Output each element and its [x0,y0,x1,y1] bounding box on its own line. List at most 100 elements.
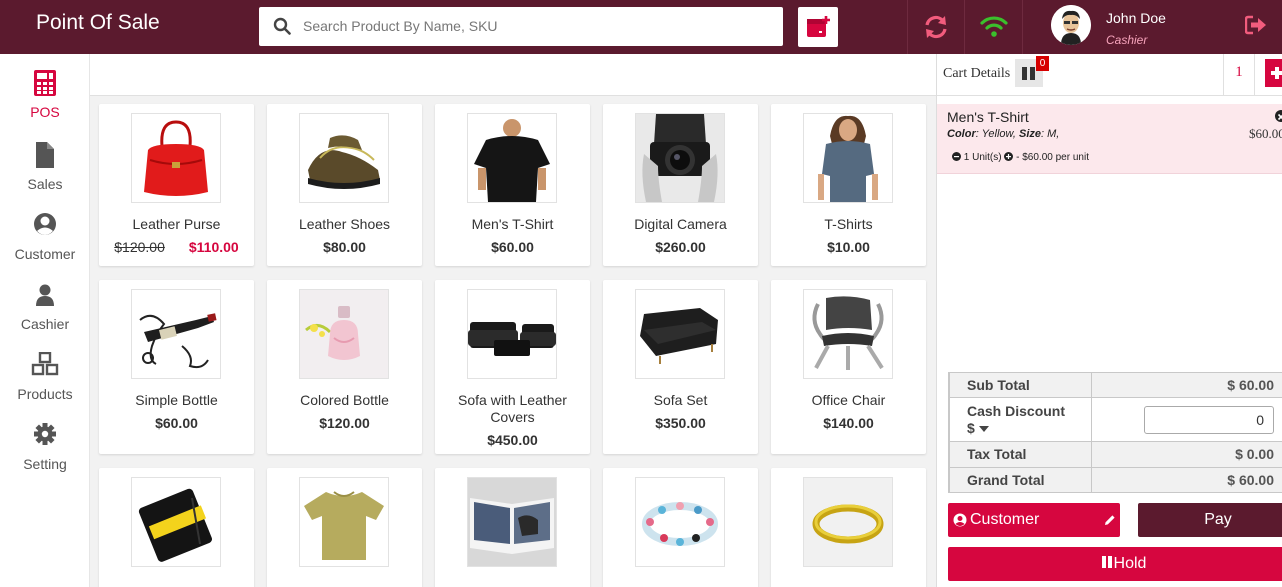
product-image [131,289,221,379]
product-card[interactable]: Men's T-Shirt $60.00 [435,104,590,266]
product-card[interactable]: Colored Bottle $120.00 [267,280,422,454]
product-price: $120.00 [319,415,370,431]
product-image [803,477,893,567]
product-price: $60.00 [155,415,198,431]
sidebar-item-label: Customer [14,246,76,262]
product-image [635,477,725,567]
search-input[interactable] [303,16,763,36]
product-image [131,477,221,567]
remove-item-icon[interactable] [1275,110,1282,122]
product-card[interactable]: Office Chair $140.00 [771,280,926,454]
product-name: Digital Camera [634,216,727,232]
product-price: $450.00 [487,432,538,448]
discount-input[interactable]: 0 [1144,406,1274,434]
avatar[interactable] [1051,5,1091,45]
hold-button[interactable]: Hold [948,547,1282,581]
sidebar-item-label: Products [17,386,73,402]
bottle-image [139,313,217,369]
sofa-set-image [640,308,718,364]
cart-line-item[interactable]: Men's T-Shirt Color: Yellow, Size: M, $6… [937,104,1282,174]
product-image [467,113,557,203]
held-count-badge: 0 [1036,56,1049,71]
logout-icon[interactable] [1245,15,1267,35]
user-avatar-image [1051,5,1091,45]
product-card[interactable] [99,468,254,587]
divider [907,0,908,54]
product-card[interactable]: Leather Shoes $80.00 [267,104,422,266]
product-card[interactable]: T-Shirts $10.00 [771,104,926,266]
sync-icon[interactable] [922,13,950,41]
cubes-icon [31,352,59,376]
olive-tshirt-image [304,491,384,560]
user-name: John Doe [1106,10,1166,26]
cart-panel: Cart Details 0 1 Men's T-Shirt Color: Ye… [936,54,1282,587]
product-card[interactable] [771,468,926,587]
product-name: Leather Purse [132,216,221,232]
app-title: Point Of Sale [36,11,160,34]
cart-item-attributes: Color: Yellow, Size: M, [947,128,1060,140]
subtotal-label: Sub Total [949,373,1092,397]
plus-circle-icon[interactable] [1004,152,1014,161]
cart-header: Cart Details 0 1 [937,54,1282,96]
shoes-image [308,135,380,189]
sidebar-item-products[interactable]: Products [0,352,90,418]
discount-label: Cash Discount $ [949,398,1092,441]
cart-title: Cart Details [943,66,1011,81]
new-cart-button[interactable] [1265,59,1282,87]
sidebar-item-pos[interactable]: POS [0,70,90,136]
product-card[interactable]: Digital Camera $260.00 [603,104,758,266]
product-toolbar [90,54,936,96]
product-name: Sofa with Leather Covers [458,392,567,425]
unit-price: - $60.00 per unit [1016,152,1089,163]
product-image [467,289,557,379]
purse-image [144,120,208,196]
product-image [467,477,557,567]
product-name: Simple Bottle [135,392,218,408]
product-grid: Leather Purse $120.00 $110.00 Leather Sho… [90,96,936,587]
sidebar-item-label: Cashier [20,316,70,332]
plus-icon [1271,67,1282,79]
sidebar-item-label: Setting [23,456,67,472]
discount-type-dropdown[interactable]: $ [967,420,1091,437]
discount-label-text: Cash Discount [967,403,1066,419]
select-customer-button[interactable]: Customer [948,503,1120,537]
product-price: $60.00 [491,239,534,255]
product-image [803,289,893,379]
sidebar-item-setting[interactable]: Setting [0,422,90,488]
product-card[interactable] [435,468,590,587]
caret-down-icon [978,426,989,432]
product-search[interactable] [259,7,783,46]
cart-item-name: Men's T-Shirt [947,109,1029,125]
product-card[interactable] [603,468,758,587]
add-product-button[interactable] [798,7,838,47]
product-image [635,113,725,203]
product-card[interactable]: Simple Bottle $60.00 [99,280,254,454]
grand-total-label: Grand Total [949,468,1092,492]
calendar-plus-icon [807,16,830,37]
attr-label: Size [1018,128,1041,140]
product-price: $80.00 [323,239,366,255]
sidebar-item-customer[interactable]: Customer [0,212,90,278]
product-card[interactable] [267,468,422,587]
top-bar: Point Of Sale Search Product By Name, SK… [0,0,1282,54]
quantity-stepper: 1 Unit(s) - $60.00 per unit [952,152,1089,163]
minus-circle-icon[interactable] [952,152,961,161]
pay-button[interactable]: Pay [1138,503,1282,537]
tax-value: $ 0.00 [1235,446,1274,462]
product-card[interactable]: Sofa with Leather Covers $450.00 [435,280,590,454]
leather-sofa-image [468,322,556,356]
user-icon [36,284,54,306]
quantity-value: 1 Unit(s) [963,152,1002,163]
attr-value: Yellow [981,128,1013,140]
product-name: T-Shirts [824,216,873,232]
sidebar-item-cashier[interactable]: Cashier [0,282,90,348]
product-card[interactable]: Sofa Set $350.00 [603,280,758,454]
cart-tab-1[interactable]: 1 [1223,54,1255,95]
grand-total-row: Grand Total $ 60.00 [948,467,1282,493]
office-chair-image [812,296,884,370]
cart-item-price: $60.00 [1249,126,1282,141]
product-card[interactable]: Leather Purse $120.00 $110.00 [99,104,254,266]
divider [1022,0,1023,54]
sidebar-item-sales[interactable]: Sales [0,142,90,208]
pencil-icon[interactable] [1104,514,1116,526]
